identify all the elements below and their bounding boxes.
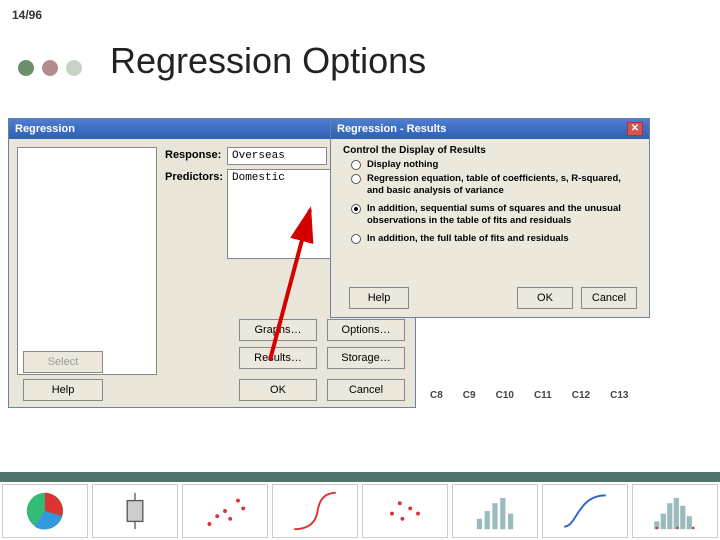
storage-button[interactable]: Storage… [327,347,405,369]
results-cancel-button[interactable]: Cancel [581,287,637,309]
results-group-title: Control the Display of Results [343,145,486,156]
response-input[interactable]: Overseas [227,147,327,165]
options-button[interactable]: Options… [327,319,405,341]
cancel-button[interactable]: Cancel [327,379,405,401]
slide-counter: 14/96 [12,8,42,22]
thumb-curve[interactable] [272,484,358,538]
spreadsheet-columns: C8 C9 C10 C11 C12 C13 [430,390,628,401]
dot-icon [42,60,58,76]
thumb-bars[interactable] [452,484,538,538]
results-help-button[interactable]: Help [349,287,409,309]
help-button[interactable]: Help [23,379,103,401]
radio-full[interactable]: In addition, the full table of fits and … [351,233,639,245]
radio-icon [351,160,361,170]
thumb-scatter1[interactable] [182,484,268,538]
results-titlebar: Regression - Results ✕ [331,119,649,139]
predictors-label: Predictors: [165,171,223,183]
results-title: Regression - Results [337,123,446,135]
results-button[interactable]: Results… [239,347,317,369]
radio-label: In addition, the full table of fits and … [367,233,569,245]
radio-label: Regression equation, table of coefficien… [367,173,639,197]
response-label: Response: [165,149,221,161]
results-dialog: Regression - Results ✕ Control the Displ… [330,118,650,318]
graphs-button[interactable]: Graphs… [239,319,317,341]
thumb-scatter2[interactable] [362,484,448,538]
close-icon[interactable]: ✕ [627,122,643,136]
thumbnail-strip [0,472,720,540]
radio-icon [351,204,361,214]
col-header: C8 [430,390,443,401]
col-header: C12 [572,390,590,401]
thumb-sigmoid[interactable] [542,484,628,538]
results-ok-button[interactable]: OK [517,287,573,309]
decor-dots [18,60,82,76]
select-button: Select [23,351,103,373]
thumb-box[interactable] [92,484,178,538]
ok-button[interactable]: OK [239,379,317,401]
col-header: C13 [610,390,628,401]
radio-label: In addition, sequential sums of squares … [367,203,639,227]
page-title: Regression Options [110,40,426,82]
thumb-pie[interactable] [2,484,88,538]
variables-listbox[interactable] [17,147,157,375]
col-header: C10 [496,390,514,401]
radio-icon [351,174,361,184]
dot-icon [18,60,34,76]
radio-icon [351,234,361,244]
radio-sequential[interactable]: In addition, sequential sums of squares … [351,203,639,227]
regression-title: Regression [15,123,75,135]
radio-display-nothing[interactable]: Display nothing [351,159,639,171]
radio-basic[interactable]: Regression equation, table of coefficien… [351,173,639,197]
radio-label: Display nothing [367,159,438,171]
dot-icon [66,60,82,76]
col-header: C9 [463,390,476,401]
col-header: C11 [534,390,552,401]
thumb-hist[interactable] [632,484,718,538]
